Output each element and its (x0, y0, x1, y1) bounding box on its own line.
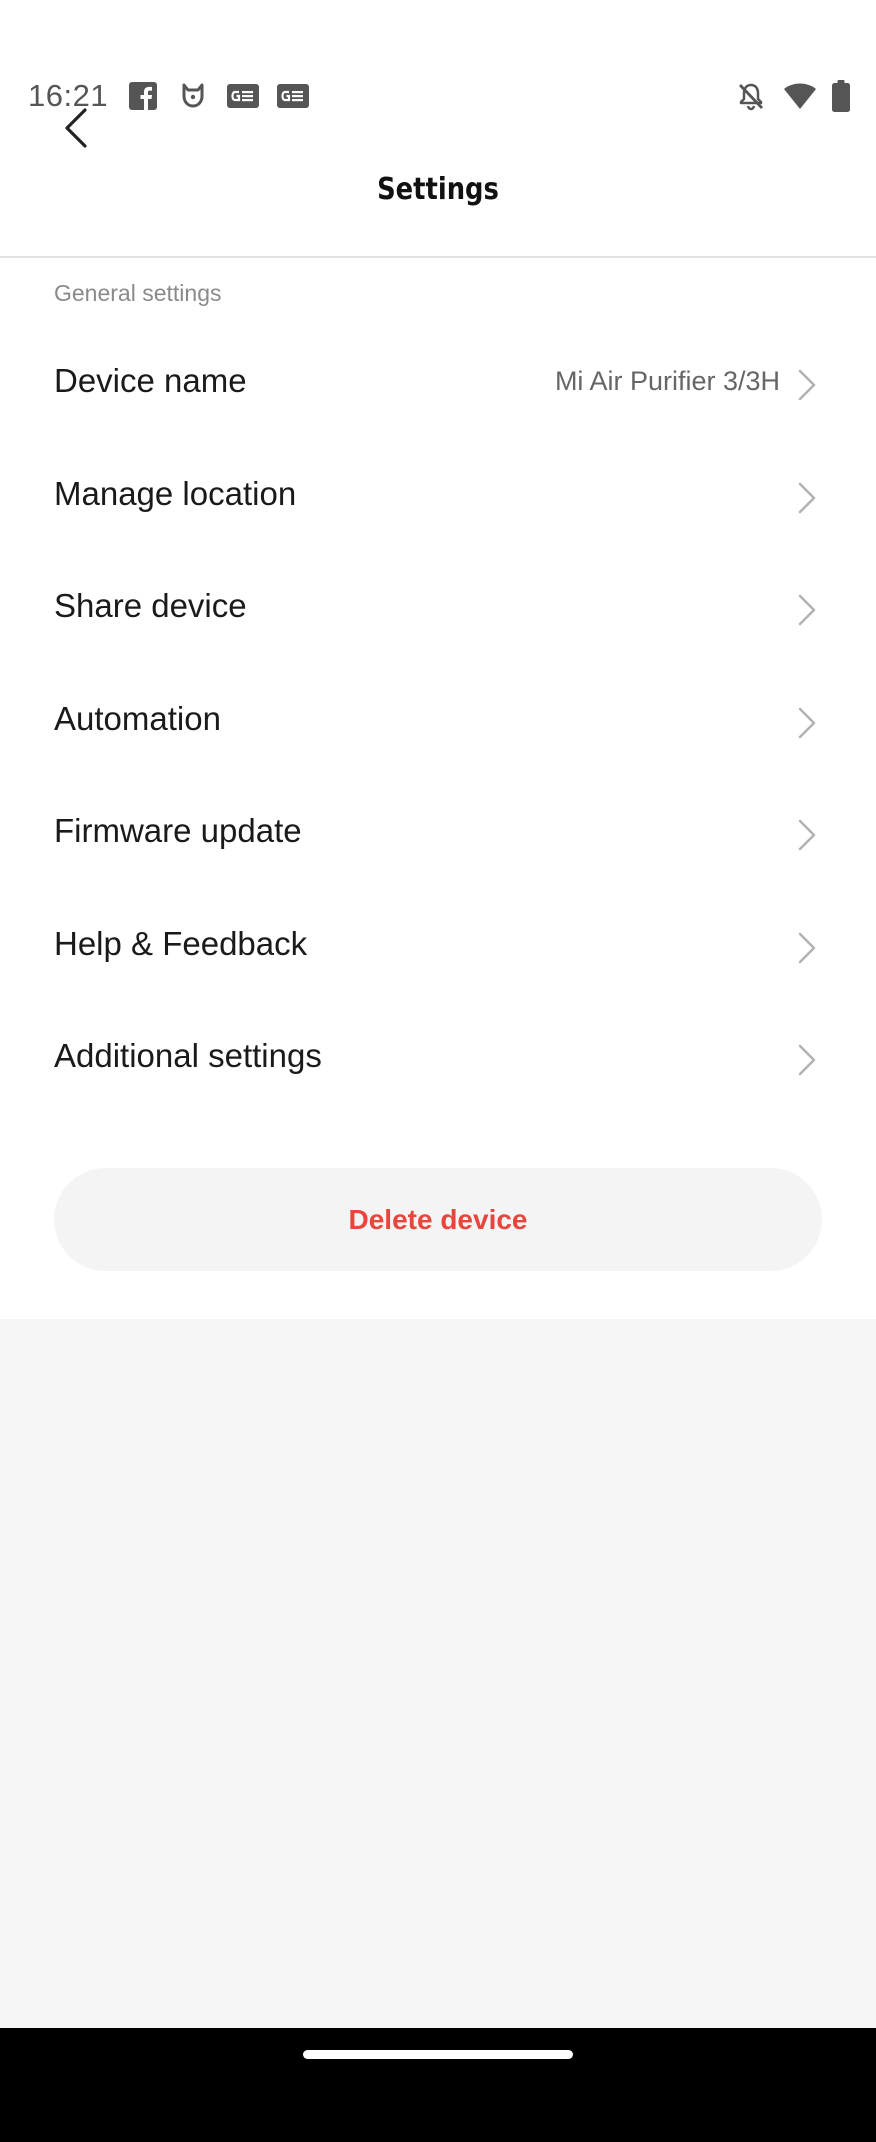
settings-row-manage-location[interactable]: Manage location (0, 443, 876, 556)
settings-row-automation[interactable]: Automation (0, 668, 876, 781)
chevron-right-icon (798, 1044, 816, 1076)
settings-list: Device name Mi Air Purifier 3/3H Manage … (0, 330, 876, 1118)
row-label: Additional settings (54, 1037, 322, 1074)
row-label: Share device (54, 587, 247, 624)
gmail-news-icon (276, 80, 310, 112)
chevron-right-icon (798, 707, 816, 738)
system-nav-bar (0, 2028, 876, 2142)
row-label: Firmware update (54, 812, 302, 849)
chevron-left-icon (65, 108, 87, 148)
status-bar: 16:21 (0, 70, 876, 122)
chevron-right-icon (798, 482, 816, 513)
settings-row-share-device[interactable]: Share device (0, 555, 876, 668)
home-indicator[interactable] (303, 2050, 573, 2059)
facebook-icon (128, 80, 158, 112)
section-header: General settings (54, 280, 222, 306)
chevron-right-icon (798, 594, 816, 626)
row-label: Manage location (54, 474, 297, 512)
wifi-icon (782, 80, 818, 112)
settings-row-firmware-update[interactable]: Firmware update (0, 780, 876, 893)
delete-device-button[interactable]: Delete device (54, 1168, 822, 1271)
settings-row-additional-settings[interactable]: Additional settings (0, 1005, 876, 1118)
notifications-off-icon (734, 80, 768, 112)
chevron-right-icon (798, 932, 816, 963)
page-title: Settings (377, 172, 499, 207)
chevron-right-icon (798, 819, 816, 851)
mi-home-icon (178, 80, 208, 112)
row-label: Help & Feedback (54, 924, 308, 962)
header-divider (0, 256, 876, 258)
chevron-right-icon (798, 369, 816, 401)
back-button[interactable] (50, 100, 102, 156)
settings-row-help-feedback[interactable]: Help & Feedback (0, 893, 876, 1006)
row-label: Automation (54, 699, 221, 737)
gmail-news-icon (226, 80, 260, 112)
row-value: Mi Air Purifier 3/3H (554, 366, 780, 396)
settings-row-device-name[interactable]: Device name Mi Air Purifier 3/3H (0, 330, 876, 443)
row-label: Device name (54, 362, 247, 399)
battery-icon (830, 80, 852, 112)
